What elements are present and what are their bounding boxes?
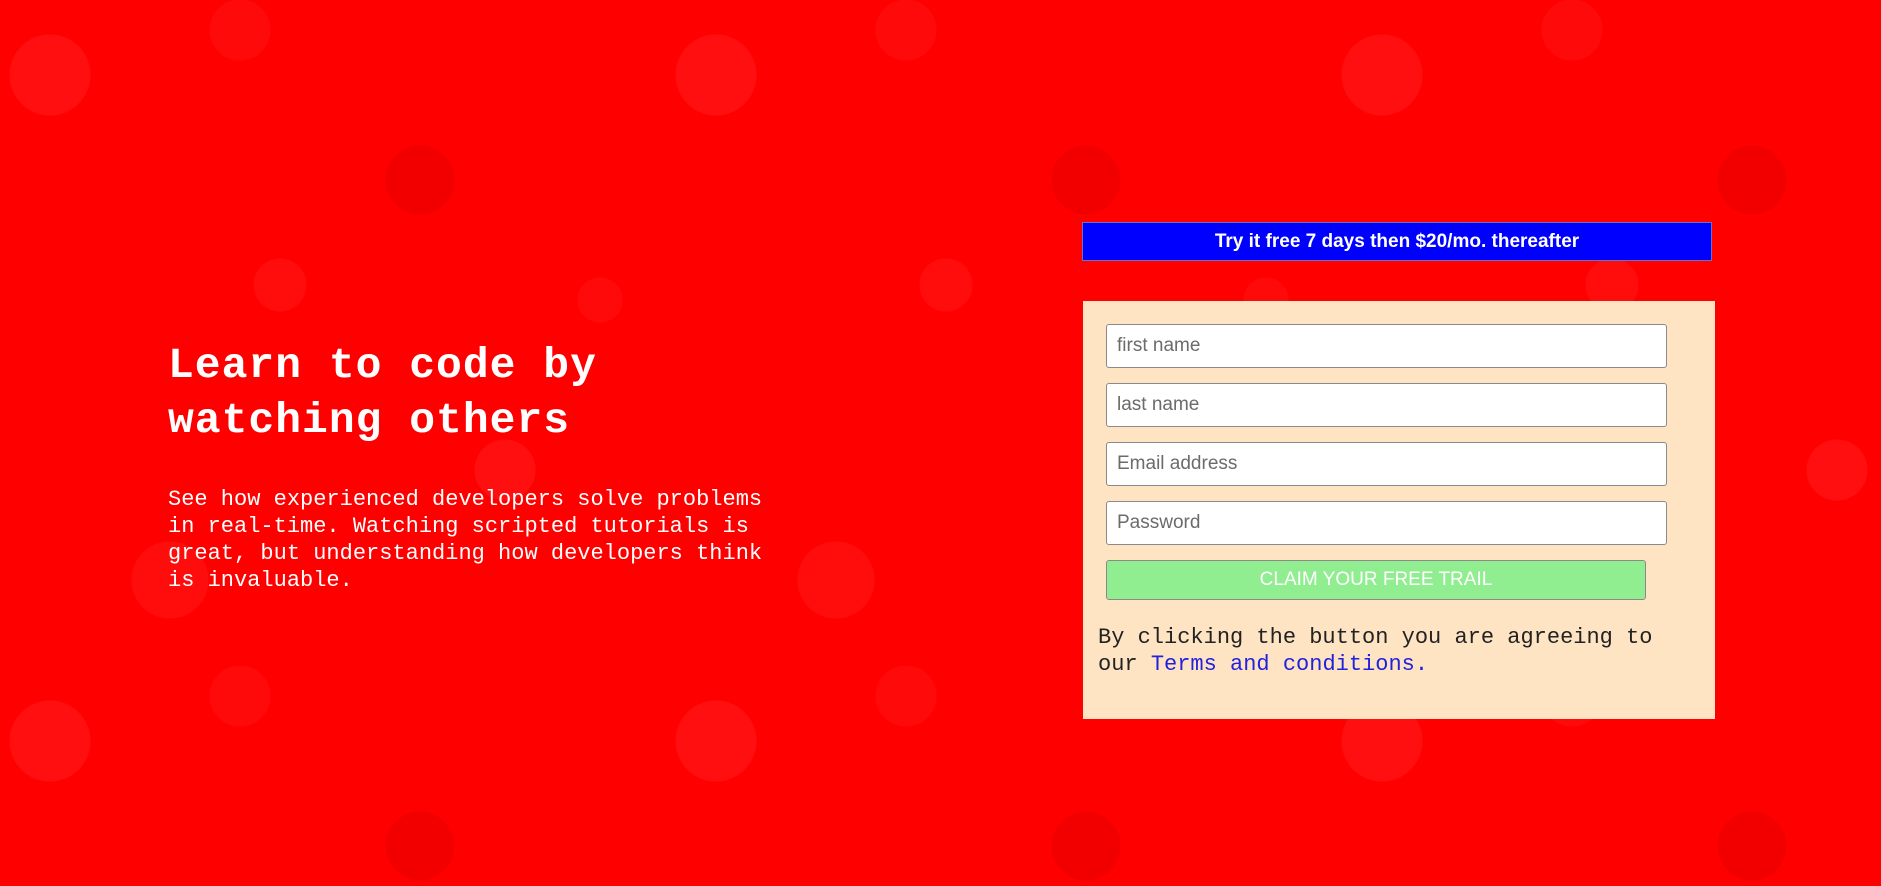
terms-notice: By clicking the button you are agreeing … — [1098, 624, 1698, 678]
last-name-input[interactable] — [1106, 383, 1667, 427]
hero-description: See how experienced developers solve pro… — [168, 487, 763, 593]
hero-section: Learn to code by watching others See how… — [168, 338, 778, 594]
free-trial-banner: Try it free 7 days then $20/mo. thereaft… — [1082, 222, 1712, 261]
hero-title: Learn to code by watching others — [168, 341, 597, 445]
terms-link[interactable]: Terms and conditions. — [1151, 652, 1428, 677]
email-input[interactable] — [1106, 442, 1667, 486]
password-input[interactable] — [1106, 501, 1667, 545]
first-name-input[interactable] — [1106, 324, 1667, 368]
claim-free-trial-button[interactable]: CLAIM YOUR FREE TRAIL — [1106, 560, 1646, 600]
signup-form: CLAIM YOUR FREE TRAIL By clicking the bu… — [1083, 301, 1715, 719]
free-trial-banner-text: Try it free 7 days then $20/mo. thereaft… — [1214, 230, 1580, 252]
